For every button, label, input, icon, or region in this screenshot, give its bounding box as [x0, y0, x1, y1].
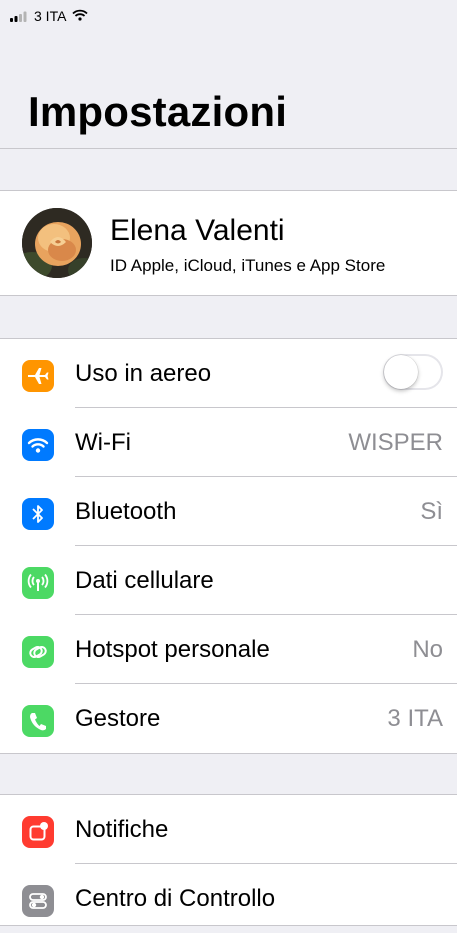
airplane-icon	[22, 360, 54, 392]
control-center-label: Centro di Controllo	[75, 885, 276, 912]
bluetooth-icon	[22, 498, 54, 530]
system-settings-group: Notifiche Centro di Controllo	[0, 794, 457, 926]
carrier-row[interactable]: Gestore 3 ITA	[0, 684, 457, 753]
airplane-mode-label: Uso in aereo	[75, 360, 212, 387]
control-center-icon	[22, 885, 54, 917]
wifi-label: Wi-Fi	[75, 429, 131, 456]
apple-id-profile-row[interactable]: Elena Valenti ID Apple, iCloud, iTunes e…	[0, 190, 457, 296]
personal-hotspot-value: No	[412, 636, 443, 663]
antenna-icon	[22, 567, 54, 599]
bluetooth-value: Sì	[420, 498, 443, 525]
carrier-value: 3 ITA	[387, 705, 443, 732]
signal-bars-icon	[10, 11, 27, 22]
cellular-data-label: Dati cellulare	[75, 567, 214, 594]
phone-icon	[22, 705, 54, 737]
page-title: Impostazioni	[28, 88, 288, 135]
toggle-knob	[384, 355, 418, 389]
wifi-icon	[72, 9, 88, 21]
avatar	[22, 208, 92, 278]
airplane-mode-toggle[interactable]	[383, 354, 443, 390]
carrier-label-text: Gestore	[75, 705, 161, 732]
wifi-icon	[22, 429, 54, 461]
hotspot-icon	[22, 636, 54, 668]
carrier-label: 3 ITA	[34, 8, 67, 24]
personal-hotspot-label: Hotspot personale	[75, 636, 270, 663]
header-divider	[0, 148, 457, 149]
network-settings-group: Uso in aereo Wi-Fi WISPER Bluetooth Sì D…	[0, 338, 457, 754]
airplane-mode-row: Uso in aereo	[0, 339, 457, 408]
profile-subtitle: ID Apple, iCloud, iTunes e App Store	[110, 256, 386, 275]
bluetooth-label: Bluetooth	[75, 498, 177, 525]
control-center-row[interactable]: Centro di Controllo	[0, 864, 457, 933]
profile-name: Elena Valenti	[110, 214, 285, 247]
bluetooth-row[interactable]: Bluetooth Sì	[0, 477, 457, 546]
wifi-value: WISPER	[348, 429, 443, 456]
notifications-label: Notifiche	[75, 816, 169, 843]
cellular-data-row[interactable]: Dati cellulare	[0, 546, 457, 615]
wifi-row[interactable]: Wi-Fi WISPER	[0, 408, 457, 477]
notifications-icon	[22, 816, 54, 848]
status-bar: 3 ITA	[0, 0, 457, 40]
rose-photo-avatar	[22, 208, 92, 278]
personal-hotspot-row[interactable]: Hotspot personale No	[0, 615, 457, 684]
notifications-row[interactable]: Notifiche	[0, 795, 457, 864]
